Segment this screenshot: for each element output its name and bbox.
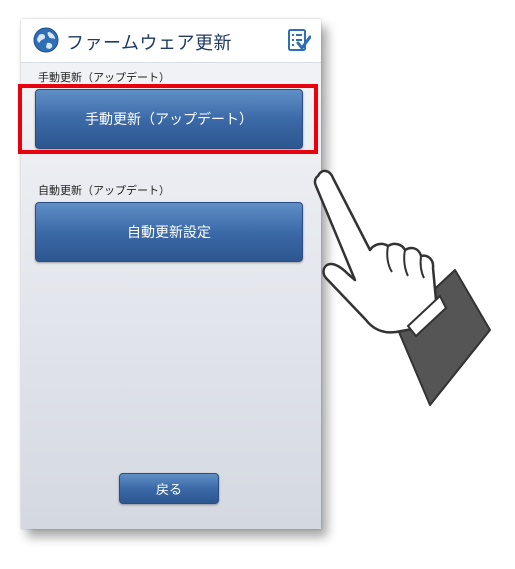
highlight-box [18,84,318,154]
globe-icon [33,27,59,53]
checklist-icon[interactable] [287,28,311,52]
pointing-hand-icon [313,169,491,406]
auto-update-settings-button[interactable]: 自動更新設定 [35,202,303,262]
auto-update-section-label: 自動更新（アップデート） [38,184,170,197]
page-title: ファームウェア更新 [66,33,232,54]
manual-update-section-label: 手動更新（アップデート） [38,71,170,84]
back-button[interactable]: 戻る [119,473,219,504]
header-bar: ファームウェア更新 [21,19,321,63]
